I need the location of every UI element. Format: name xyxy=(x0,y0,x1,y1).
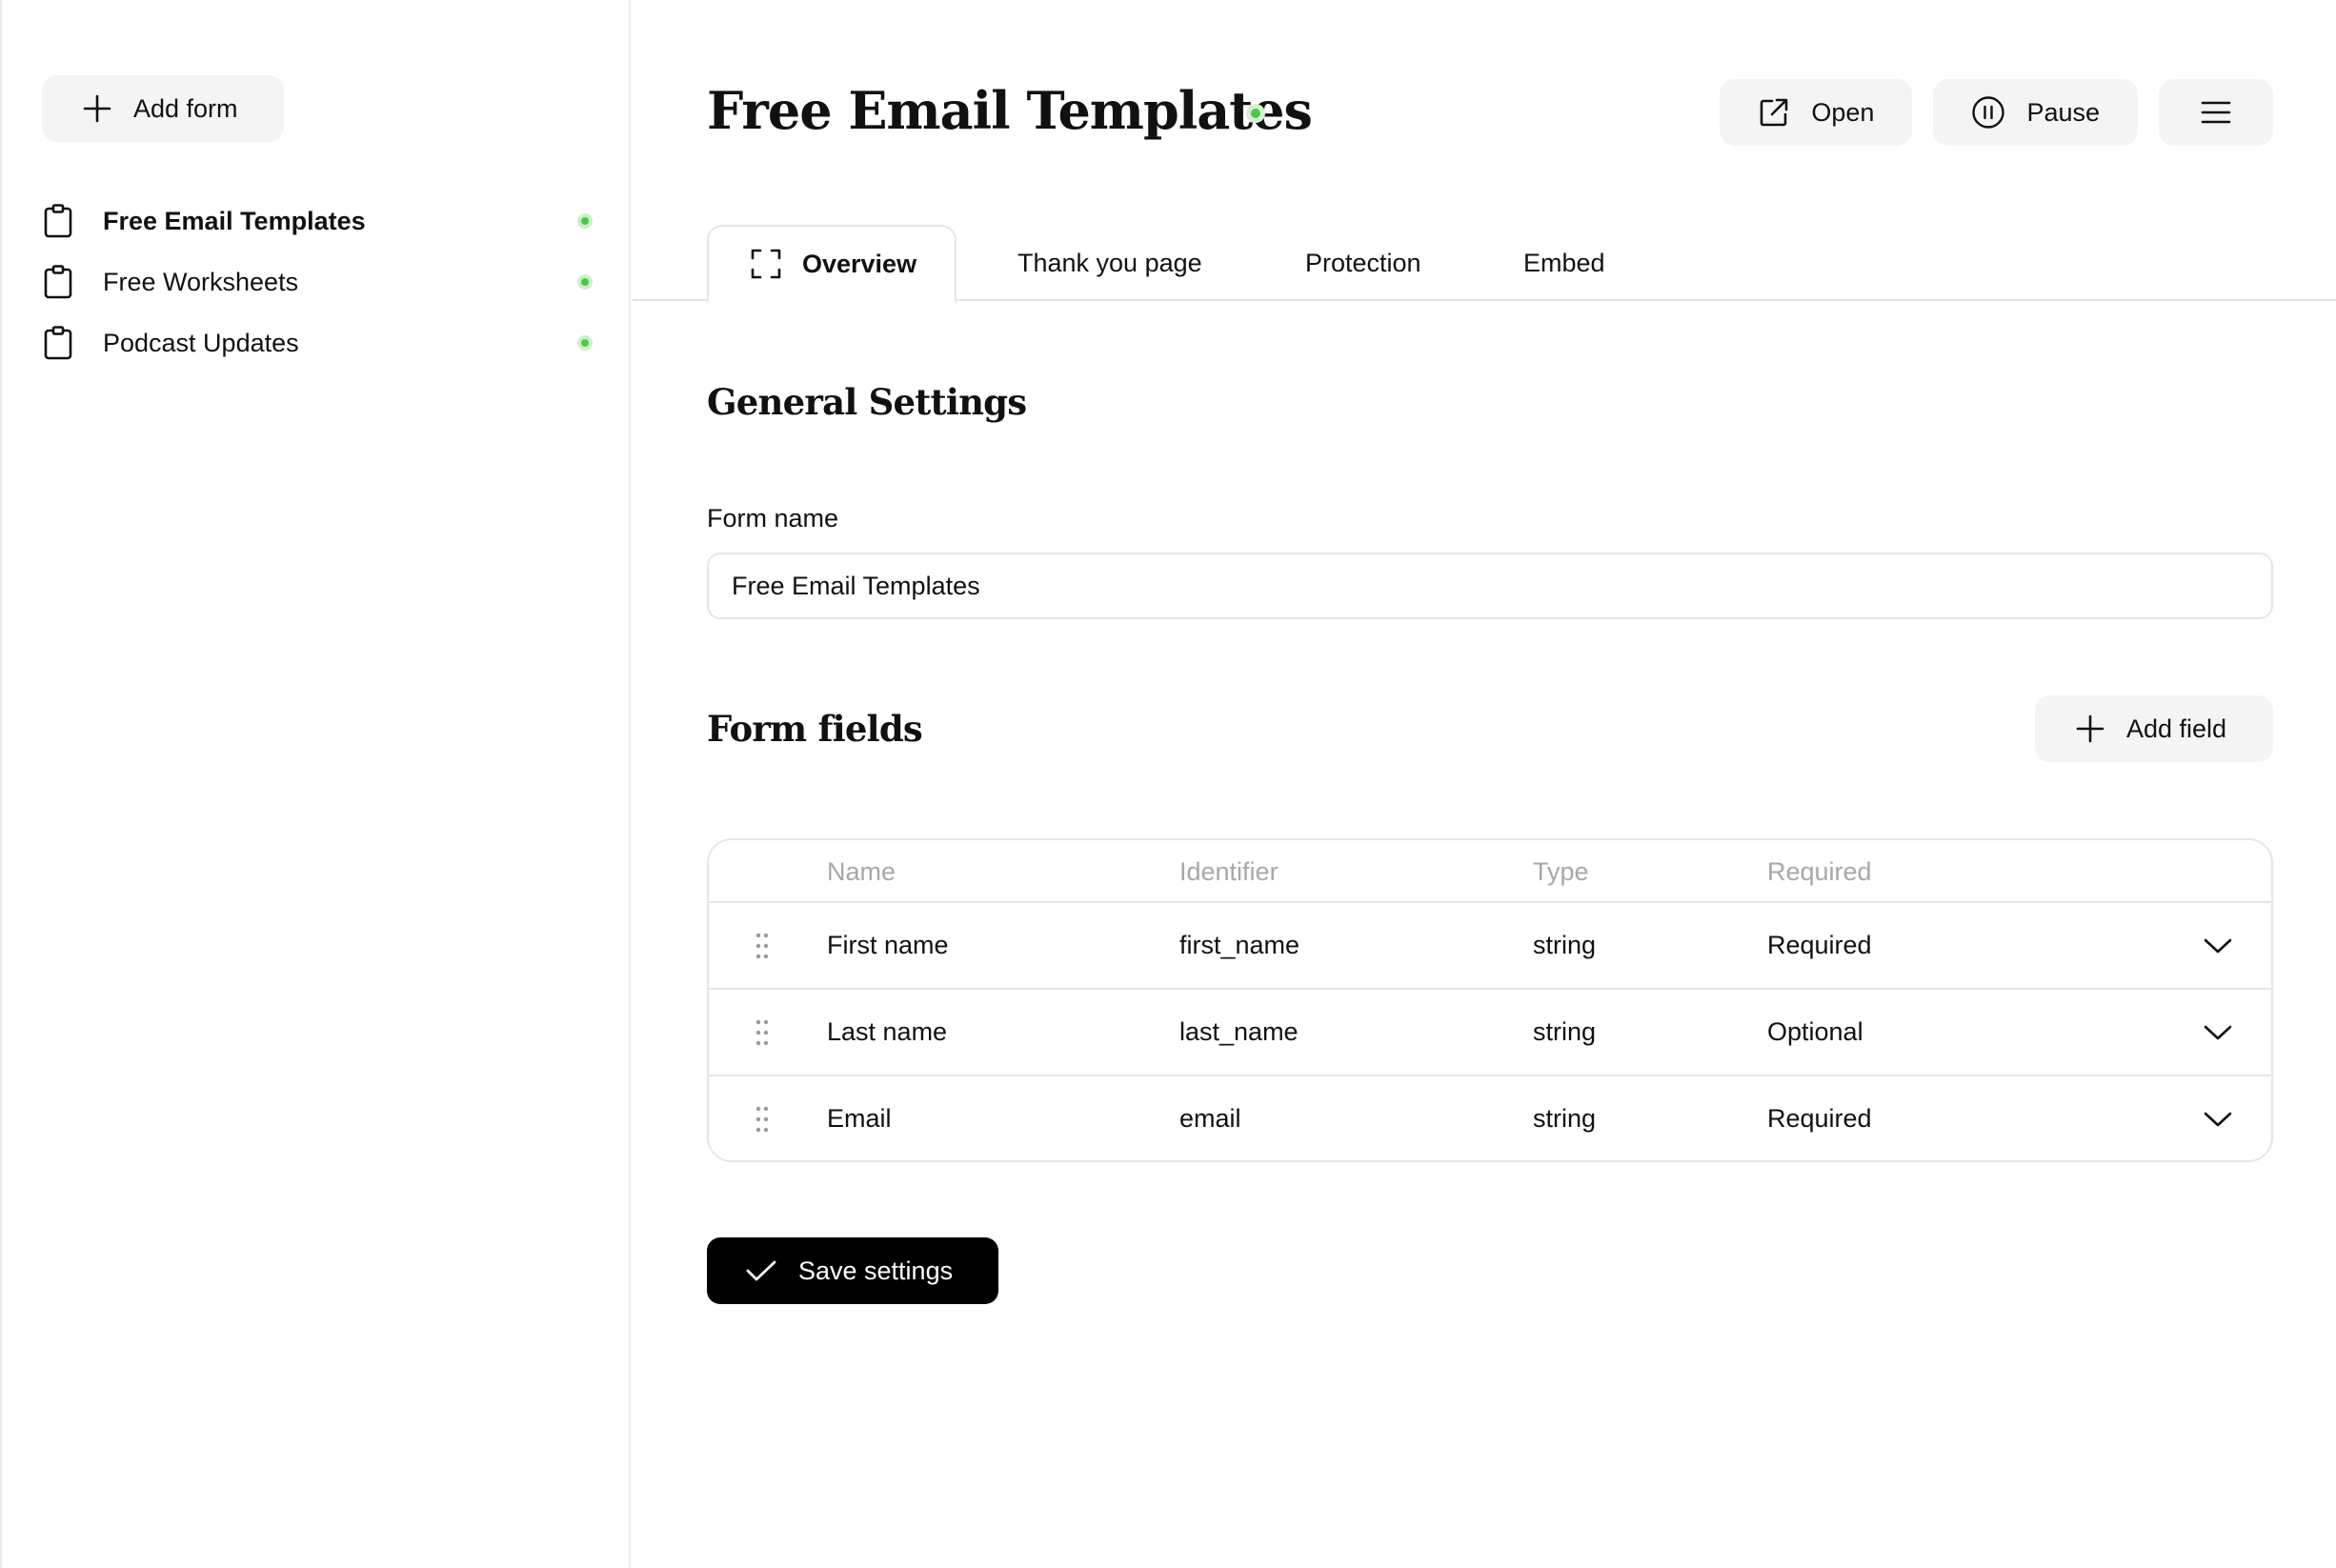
field-required: Required xyxy=(1767,931,1872,959)
drag-handle-icon[interactable] xyxy=(755,932,770,960)
form-list: Free Email Templates Free Worksheets Pod… xyxy=(44,191,593,373)
tab-thank-you-page[interactable]: Thank you page xyxy=(1017,225,1202,301)
tab-label: Overview xyxy=(802,249,917,278)
clipboard-icon xyxy=(44,265,72,299)
drag-handle-icon[interactable] xyxy=(755,1018,770,1047)
sidebar-item-label: Free Email Templates xyxy=(103,206,366,235)
column-header-name: Name xyxy=(827,857,896,886)
status-dot xyxy=(1246,104,1265,123)
field-identifier: first_name xyxy=(1179,931,1300,959)
field-name: First name xyxy=(827,931,949,959)
main-content: Free Email Templates Open Pause Overview… xyxy=(633,0,2336,1568)
form-fields-table: Name Identifier Type Required First name… xyxy=(707,838,2273,1162)
field-required: Optional xyxy=(1767,1017,1863,1046)
pause-label: Pause xyxy=(2026,97,2100,127)
checkmark-icon xyxy=(746,1260,776,1281)
field-type: string xyxy=(1533,1017,1597,1046)
form-name-label: Form name xyxy=(707,504,839,533)
pause-button[interactable]: Pause xyxy=(1933,79,2138,146)
sidebar-item-label: Podcast Updates xyxy=(103,328,299,357)
clipboard-icon xyxy=(44,326,72,360)
tab-protection[interactable]: Protection xyxy=(1305,225,1421,301)
sidebar: Add form Free Email Templates Free Works… xyxy=(0,0,631,1568)
field-identifier: last_name xyxy=(1179,1017,1299,1046)
tab-embed[interactable]: Embed xyxy=(1523,225,1605,301)
chevron-down-icon[interactable] xyxy=(2203,934,2233,958)
table-row[interactable]: Last name last_name string Optional xyxy=(709,990,2271,1076)
general-settings-heading: General Settings xyxy=(707,381,1027,423)
form-fields-heading: Form fields xyxy=(707,708,923,750)
table-row[interactable]: First name first_name string Required xyxy=(709,903,2271,990)
field-name: Last name xyxy=(827,1017,948,1046)
open-label: Open xyxy=(1811,97,1875,127)
plus-icon xyxy=(2076,714,2104,743)
pause-icon xyxy=(1972,96,2005,129)
field-type: string xyxy=(1533,931,1597,959)
plus-icon xyxy=(83,94,111,123)
sidebar-item-podcast-updates[interactable]: Podcast Updates xyxy=(44,312,593,373)
external-link-icon xyxy=(1761,98,1788,127)
sidebar-item-label: Free Worksheets xyxy=(103,267,299,296)
header-actions: Open Pause xyxy=(1720,79,2273,146)
column-header-required: Required xyxy=(1767,857,1872,886)
column-header-identifier: Identifier xyxy=(1179,857,1279,886)
tab-label: Thank you page xyxy=(1017,248,1202,277)
clipboard-icon xyxy=(44,204,72,238)
tab-label: Protection xyxy=(1305,248,1421,277)
field-required: Required xyxy=(1767,1104,1872,1133)
expand-frame-icon xyxy=(751,249,781,279)
page-title: Free Email Templates xyxy=(707,80,1313,141)
status-dot xyxy=(577,274,593,290)
add-field-button[interactable]: Add field xyxy=(2035,695,2273,762)
tab-label: Embed xyxy=(1523,248,1605,277)
menu-button[interactable] xyxy=(2159,79,2273,146)
drag-handle-icon[interactable] xyxy=(755,1105,770,1134)
field-type: string xyxy=(1533,1104,1597,1133)
table-header: Name Identifier Type Required xyxy=(709,840,2271,903)
status-dot xyxy=(577,213,593,229)
sidebar-item-free-email-templates[interactable]: Free Email Templates xyxy=(44,191,593,251)
status-dot xyxy=(577,335,593,351)
app-root: Add form Free Email Templates Free Works… xyxy=(0,0,2336,1568)
field-identifier: email xyxy=(1179,1104,1241,1133)
table-row[interactable]: Email email string Required xyxy=(709,1076,2271,1160)
hamburger-menu-icon xyxy=(2201,101,2231,124)
sidebar-item-free-worksheets[interactable]: Free Worksheets xyxy=(44,251,593,312)
tab-bar: Overview Thank you page Protection Embed xyxy=(633,225,2336,303)
save-settings-button[interactable]: Save settings xyxy=(707,1237,998,1304)
add-form-label: Add form xyxy=(133,93,238,123)
chevron-down-icon[interactable] xyxy=(2203,1020,2233,1045)
form-name-input[interactable] xyxy=(707,553,2273,619)
tab-overview[interactable]: Overview xyxy=(707,225,957,303)
save-settings-label: Save settings xyxy=(798,1256,954,1285)
chevron-down-icon[interactable] xyxy=(2203,1107,2233,1132)
field-name: Email xyxy=(827,1104,892,1133)
open-button[interactable]: Open xyxy=(1720,79,1913,146)
column-header-type: Type xyxy=(1533,857,1589,886)
add-form-button[interactable]: Add form xyxy=(42,75,284,142)
add-field-label: Add field xyxy=(2126,714,2227,743)
